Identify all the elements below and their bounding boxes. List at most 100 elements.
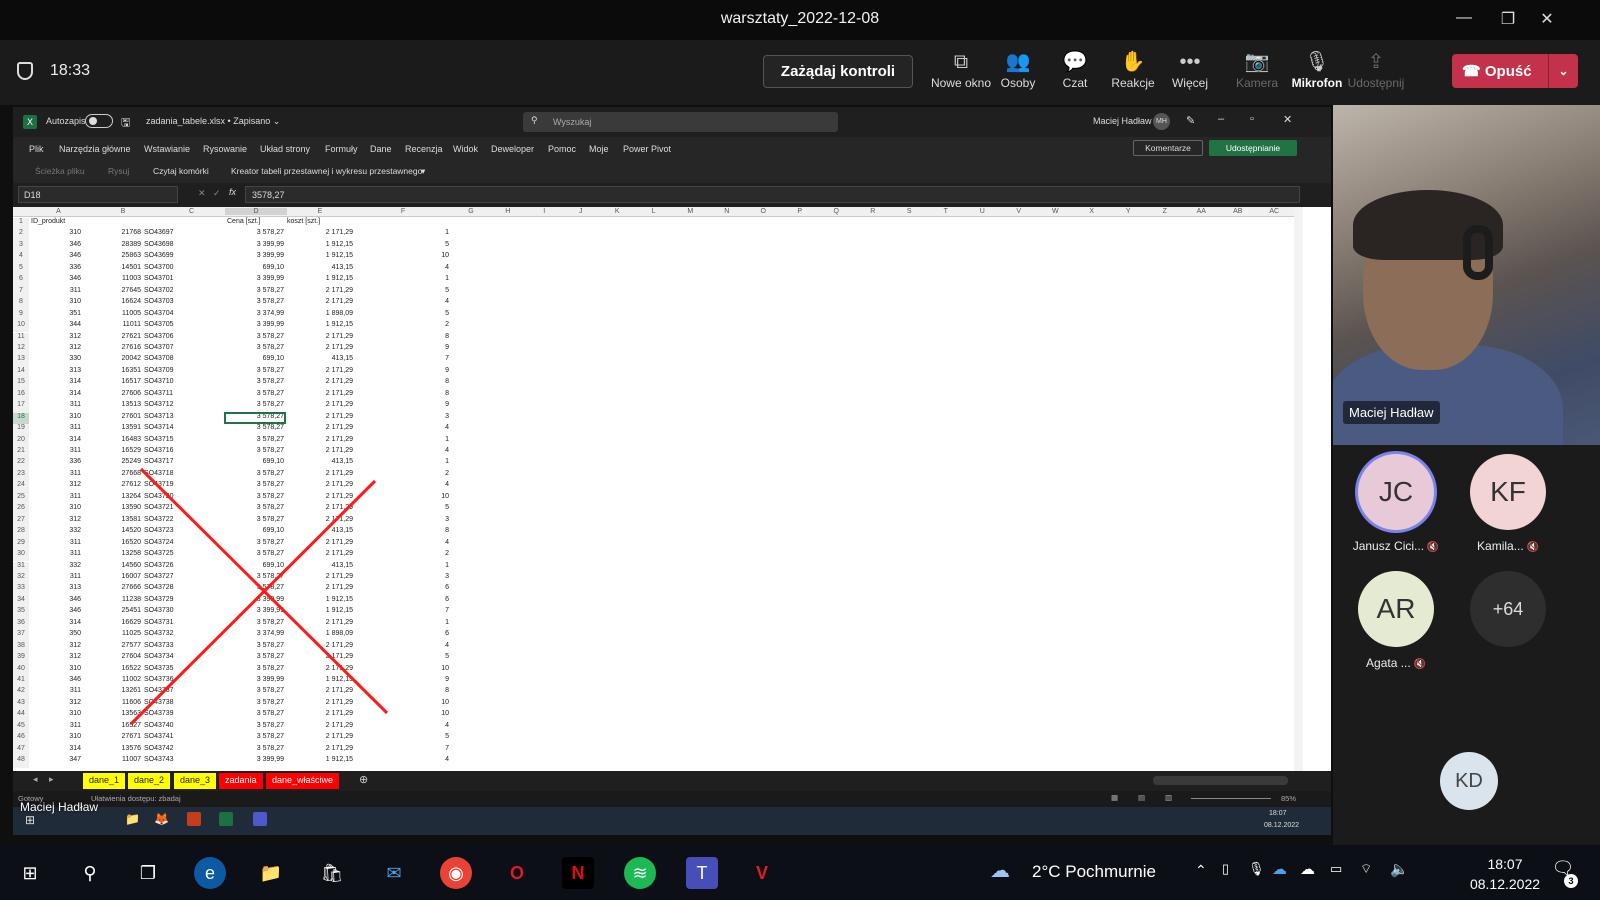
netflix-icon[interactable]: N — [562, 857, 594, 889]
remote-start-icon: ⊞ — [25, 813, 36, 827]
ribbon-tab-3[interactable]: Rysowanie — [203, 144, 247, 154]
windows-taskbar: ⊞ ⚲ ❐ e 📁 🛍 ✉ ◉ O N ≋ T V ☁ 2°C Pochmurn… — [0, 845, 1600, 900]
cancel-icon[interactable]: ✕ — [198, 188, 206, 199]
video-participant-name: Maciej Hadław — [1343, 401, 1440, 424]
leave-label: ☎ Opuść — [1462, 63, 1532, 80]
name-box[interactable]: D18 — [18, 186, 178, 203]
wifi-icon[interactable]: ⌔ — [1360, 861, 1372, 877]
page-layout-icon[interactable]: ▤ — [1138, 793, 1145, 802]
remote-firefox-icon: 🦊 — [154, 812, 169, 826]
phone-icon[interactable]: ▯ — [1222, 861, 1229, 877]
sheet-tab-dane_1[interactable]: dane_1 — [83, 773, 126, 789]
weather-widget[interactable]: 2°C Pochmurnie — [1010, 862, 1156, 882]
tool-more-button[interactable]: ••• Więcej — [1155, 48, 1225, 90]
horizontal-scrollbar[interactable] — [1153, 776, 1288, 785]
chevron-up-icon[interactable]: ⌃ — [1195, 862, 1207, 879]
zoom-level: 85% — [1281, 794, 1297, 803]
ribbon-tab-10[interactable]: Pomoc — [548, 144, 576, 154]
pen-icon[interactable]: ✎ — [1186, 114, 1195, 127]
formula-input[interactable]: 3578,27 — [245, 186, 1300, 203]
avatar: JC — [1358, 454, 1434, 530]
sheet-tab-dane_3[interactable]: dane_3 — [174, 773, 217, 789]
participant-name-text: Agata ... — [1366, 656, 1411, 670]
autosave-toggle[interactable] — [85, 114, 113, 128]
share-button[interactable]: Udostępnianie — [1209, 140, 1297, 156]
toolbar-file-path[interactable]: Ścieżka pliku — [35, 166, 85, 176]
tool-label: Udostępnij — [1347, 76, 1405, 90]
chevron-down-icon[interactable]: ⌄ — [1548, 54, 1578, 88]
ribbon-tab-9[interactable]: Deweloper — [491, 144, 534, 154]
file-explorer-icon[interactable]: 📁 — [255, 857, 287, 889]
ribbon-tab-5[interactable]: Formuły — [325, 144, 358, 154]
mail-icon[interactable]: ✉ — [378, 857, 410, 889]
store-icon[interactable]: 🛍 — [316, 857, 348, 889]
participant-avatar-kd[interactable]: KD — [1440, 752, 1498, 810]
comments-button[interactable]: Komentarze — [1133, 140, 1203, 156]
sheet-tab-zadania[interactable]: zadania — [219, 773, 263, 789]
edge-icon[interactable]: e — [194, 857, 226, 889]
request-control-button[interactable]: Zażądaj kontroli — [763, 55, 913, 88]
minimize-icon[interactable]: — — [1452, 9, 1476, 27]
minimize-icon[interactable]: – — [1218, 113, 1224, 125]
ribbon-tab-0[interactable]: Plik — [29, 144, 44, 154]
ribbon-tab-7[interactable]: Recenzja — [405, 144, 443, 154]
chrome-icon[interactable]: ◉ — [440, 857, 472, 889]
ribbon-tab-12[interactable]: Power Pivot — [623, 144, 671, 154]
add-sheet-icon[interactable]: ⊕ — [359, 773, 368, 786]
close-icon[interactable]: ✕ — [1283, 113, 1292, 126]
participant-tile[interactable]: AR Agata ... 🔇 — [1341, 571, 1451, 681]
maximize-icon[interactable]: ❐ — [1496, 9, 1520, 29]
notifications-icon[interactable]: 🗨 3 — [1548, 858, 1578, 888]
taskbar-clock[interactable]: 18:07 08.12.2022 — [1464, 854, 1546, 894]
leave-button[interactable]: ☎ Opuść ⌄ — [1452, 54, 1578, 88]
save-icon[interactable]: 🖫 — [121, 114, 130, 133]
sheet-tab-dane_2[interactable]: dane_2 — [128, 773, 171, 789]
sheet-tab-dane_właściwe[interactable]: dane_właściwe — [266, 773, 340, 789]
windows-start-icon[interactable]: ⊞ — [14, 857, 46, 889]
participant-video[interactable]: Maciej Hadław — [1333, 105, 1600, 445]
participant-tile[interactable]: KF Kamila... 🔇 — [1453, 454, 1563, 564]
spotify-icon[interactable]: ≋ — [624, 857, 656, 889]
mic-muted-icon: 🔇 — [1410, 659, 1426, 670]
teams-icon[interactable]: T — [686, 857, 718, 889]
toolbar-read-cells[interactable]: Czytaj komórki — [153, 166, 209, 176]
onedrive-personal-icon[interactable]: ☁ — [1300, 860, 1315, 878]
opera-icon[interactable]: O — [501, 857, 533, 889]
toolbar-overflow-icon[interactable]: ▾ — [421, 166, 425, 177]
normal-view-icon[interactable]: ▦ — [1111, 793, 1118, 802]
app-v-icon[interactable]: V — [746, 857, 778, 889]
volume-icon[interactable]: 🔈 — [1390, 860, 1409, 878]
battery-icon[interactable]: ▭ — [1330, 861, 1342, 877]
spreadsheet-grid[interactable]: A B C D E F G H I J K L M N O P Q R S T U V W X Y Z AA AB AC 1 ID_pro… — [13, 207, 1303, 771]
participant-tile[interactable]: JC Janusz Cici... 🔇 — [1341, 454, 1451, 564]
file-name[interactable]: zadania_tabele.xlsx • Zapisano ⌄ — [146, 116, 280, 127]
page-break-icon[interactable]: ▥ — [1165, 793, 1172, 802]
toolbar-pivot-wizard[interactable]: Kreator tabeli przestawnej i wykresu prz… — [231, 166, 422, 176]
ribbon-tab-4[interactable]: Układ strony — [260, 144, 310, 154]
next-sheet-icon[interactable]: ▸ — [49, 774, 54, 785]
task-view-icon[interactable]: ❐ — [132, 857, 164, 889]
ribbon-tab-11[interactable]: Moje — [589, 144, 609, 154]
close-icon[interactable]: ✕ — [1535, 9, 1559, 29]
search-icon[interactable]: ⚲ — [74, 857, 106, 889]
ribbon-tab-1[interactable]: Narzędzia główne — [59, 144, 131, 154]
prev-sheet-icon[interactable]: ◂ — [33, 774, 38, 785]
participant-tile[interactable]: +64 — [1453, 571, 1563, 681]
excel-user-name: Maciej Hadław — [1093, 116, 1152, 126]
ribbon-tab-2[interactable]: Wstawianie — [144, 144, 190, 154]
toolbar-draw[interactable]: Rysuj — [108, 166, 129, 176]
window-titlebar: warsztaty_2022-12-08 — ❐ ✕ — [0, 0, 1600, 40]
meeting-controls-bar: 18:33 Zażądaj kontroli ⧉ Nowe okno 👥 Osoby 💬… — [0, 40, 1600, 105]
ribbon-tab-8[interactable]: Widok — [453, 144, 478, 154]
excel-search-input[interactable]: Wyszukaj — [523, 112, 838, 132]
microphone-icon[interactable]: 🎙 — [1248, 861, 1265, 877]
accessibility-status[interactable]: Ułatwienia dostępu: zbadaj — [91, 794, 181, 803]
confirm-icon[interactable]: ✓ — [213, 188, 221, 199]
restore-icon[interactable]: ▫ — [1250, 113, 1254, 125]
avatar[interactable]: MH — [1153, 113, 1170, 130]
ribbon-tab-6[interactable]: Dane — [370, 144, 392, 154]
vertical-scrollbar[interactable] — [1294, 207, 1303, 771]
zoom-slider[interactable] — [1191, 798, 1271, 799]
function-icon[interactable]: fx — [229, 187, 236, 197]
onedrive-icon[interactable]: ☁ — [1272, 860, 1287, 878]
